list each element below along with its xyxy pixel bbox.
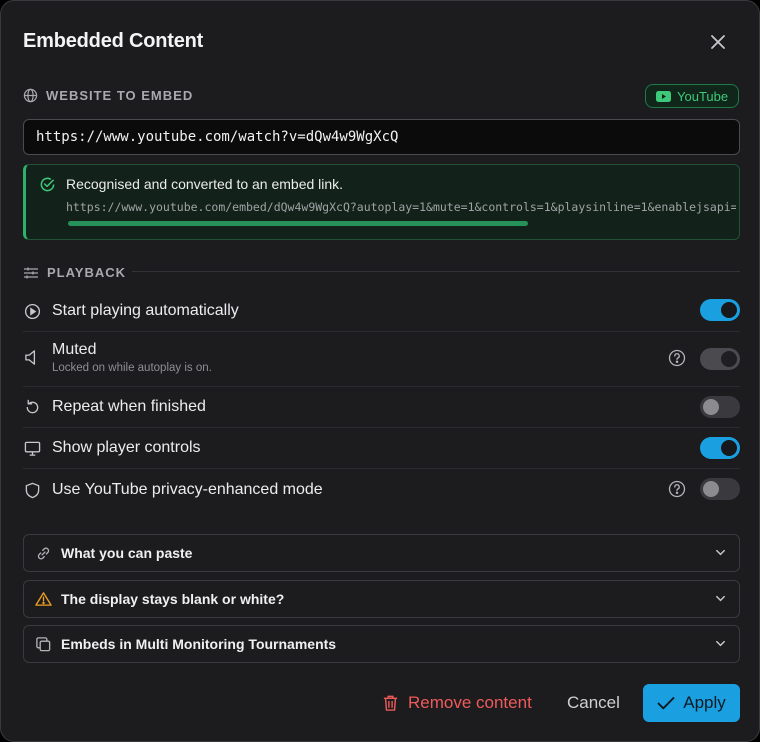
- repeat-toggle[interactable]: [700, 396, 740, 418]
- embed-url-scrollbar[interactable]: [68, 221, 528, 226]
- embed-url: https://www.youtube.com/embed/dQw4w9WgXc…: [66, 200, 736, 214]
- sliders-icon: [23, 266, 39, 280]
- check-icon: [657, 696, 675, 710]
- cancel-button[interactable]: Cancel: [567, 685, 620, 721]
- option-privacy: Use YouTube privacy-enhanced mode: [23, 479, 740, 501]
- dialog-title: Embedded Content: [23, 30, 204, 52]
- monitor-icon: [23, 439, 41, 457]
- option-muted: Muted Locked on while autoplay is on.: [23, 341, 740, 377]
- privacy-toggle[interactable]: [700, 478, 740, 500]
- muted-toggle[interactable]: [700, 348, 740, 370]
- copy-icon: [35, 636, 52, 653]
- controls-toggle[interactable]: [700, 437, 740, 459]
- shield-icon: [23, 481, 41, 499]
- speaker-muted-icon: [23, 348, 41, 366]
- autoplay-toggle[interactable]: [700, 299, 740, 321]
- playback-divider: [132, 271, 740, 272]
- embedded-content-dialog: Embedded Content WEBSITE TO EMBED YouTub…: [0, 0, 760, 742]
- check-circle-icon: [39, 176, 56, 193]
- remove-content-button[interactable]: Remove content: [382, 685, 532, 721]
- globe-icon: [23, 88, 38, 103]
- conversion-status: Recognised and converted to an embed lin…: [23, 164, 740, 240]
- accordion-multi-monitoring[interactable]: Embeds in Multi Monitoring Tournaments: [23, 625, 740, 663]
- option-autoplay: Start playing automatically: [23, 300, 740, 322]
- close-icon[interactable]: [706, 30, 730, 54]
- repeat-icon: [23, 398, 41, 416]
- chevron-down-icon: [714, 592, 727, 605]
- link-icon: [35, 545, 52, 562]
- chevron-down-icon: [714, 546, 727, 559]
- playback-section-label: PLAYBACK: [23, 265, 126, 280]
- youtube-badge: YouTube: [645, 84, 740, 108]
- accordion-display-blank[interactable]: The display stays blank or white?: [23, 580, 740, 618]
- warning-icon: [35, 591, 52, 607]
- option-repeat: Repeat when finished: [23, 396, 740, 418]
- help-icon[interactable]: [668, 349, 686, 367]
- chevron-down-icon: [714, 637, 727, 650]
- play-circle-icon: [23, 302, 41, 320]
- accordion-what-you-can-paste[interactable]: What you can paste: [23, 534, 740, 572]
- youtube-icon: [656, 90, 671, 102]
- status-message: Recognised and converted to an embed lin…: [66, 176, 344, 192]
- help-icon[interactable]: [668, 480, 686, 498]
- option-controls: Show player controls: [23, 437, 740, 459]
- website-url-input[interactable]: [23, 119, 740, 155]
- apply-button[interactable]: Apply: [643, 684, 740, 722]
- website-section-label: WEBSITE TO EMBED: [23, 88, 193, 103]
- trash-icon: [382, 694, 399, 712]
